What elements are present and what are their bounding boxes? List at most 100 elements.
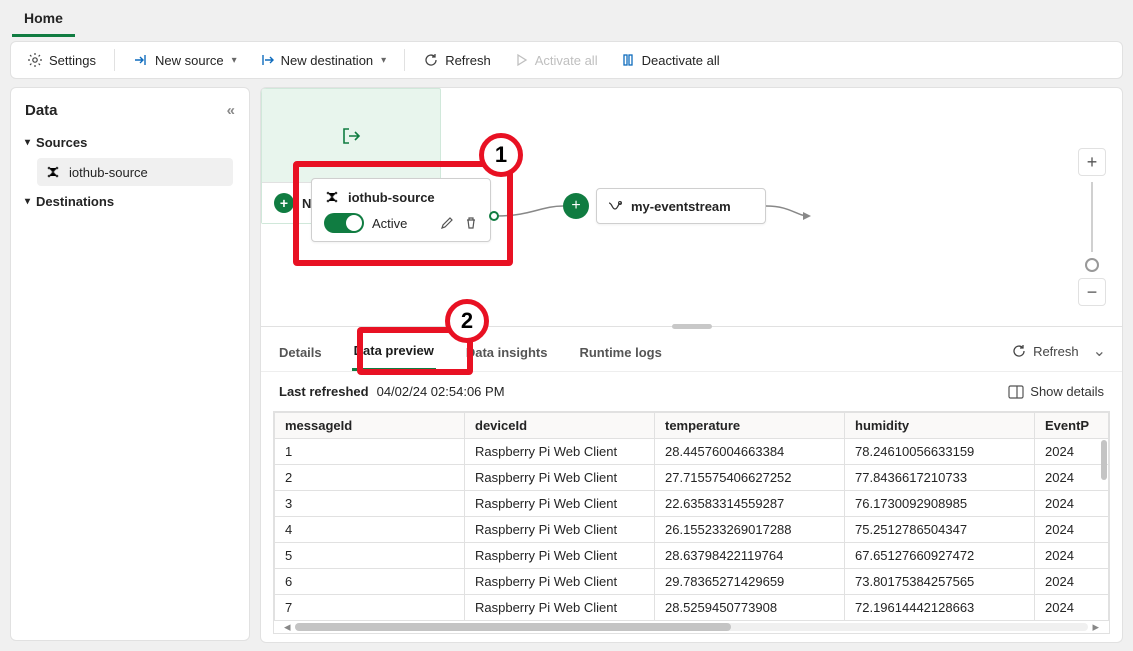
annotation-callout-1: 1: [479, 133, 523, 177]
refresh-button[interactable]: Refresh: [413, 46, 501, 74]
canvas[interactable]: iothub-source Active: [260, 87, 1123, 327]
vertical-scrollbar[interactable]: [1101, 440, 1107, 480]
cell-messageId: 2: [275, 465, 465, 491]
new-destination-label: New destination: [281, 53, 374, 68]
show-details-button[interactable]: Show details: [1008, 384, 1104, 399]
cell-event: 2024: [1035, 595, 1109, 621]
col-event[interactable]: EventP: [1035, 413, 1109, 439]
data-table: messageId deviceId temperature humidity …: [273, 411, 1110, 634]
panel-chevron-icon[interactable]: ⌄: [1093, 341, 1106, 361]
table-row[interactable]: 4Raspberry Pi Web Client26.1552332690172…: [275, 517, 1109, 543]
settings-button[interactable]: Settings: [17, 46, 106, 74]
stream-icon: [607, 198, 623, 214]
exit-icon: [340, 125, 362, 147]
cell-humidity: 78.24610056633159: [845, 439, 1035, 465]
cell-messageId: 7: [275, 595, 465, 621]
source-node-title: iothub-source: [348, 190, 435, 205]
zoom-out-button[interactable]: −: [1078, 278, 1106, 306]
sidebar: Data « ▾ Sources iothub-source ▾ Destina…: [10, 87, 250, 641]
cell-messageId: 4: [275, 517, 465, 543]
tab-details[interactable]: Details: [277, 339, 324, 370]
col-temperature[interactable]: temperature: [655, 413, 845, 439]
cell-event: 2024: [1035, 439, 1109, 465]
sidebar-sources-section[interactable]: ▾ Sources: [19, 129, 241, 156]
cell-event: 2024: [1035, 569, 1109, 595]
cell-temperature: 28.63798422119764: [655, 543, 845, 569]
sources-label: Sources: [36, 135, 87, 150]
refresh-label: Refresh: [445, 53, 491, 68]
cell-deviceId: Raspberry Pi Web Client: [465, 491, 655, 517]
col-message-id[interactable]: messageId: [275, 413, 465, 439]
cell-temperature: 22.63583314559287: [655, 491, 845, 517]
source-item-label: iothub-source: [69, 165, 148, 180]
panel-refresh-button[interactable]: Refresh: [1011, 343, 1079, 359]
horizontal-scrollbar[interactable]: ◂ ▸: [274, 621, 1109, 633]
cell-humidity: 76.1730092908985: [845, 491, 1035, 517]
new-destination-button[interactable]: New destination ▾: [249, 46, 397, 74]
toolbar: Settings New source ▾ New destination ▾ …: [10, 41, 1123, 79]
last-refreshed-value: 04/02/24 02:54:06 PM: [377, 384, 505, 399]
cell-deviceId: Raspberry Pi Web Client: [465, 543, 655, 569]
table-row[interactable]: 1Raspberry Pi Web Client28.4457600466338…: [275, 439, 1109, 465]
pause-icon: [620, 52, 636, 68]
zoom-in-button[interactable]: +: [1078, 148, 1106, 176]
activate-all-button[interactable]: Activate all: [503, 46, 608, 74]
col-humidity[interactable]: humidity: [845, 413, 1035, 439]
table-row[interactable]: 7Raspberry Pi Web Client28.5259450773908…: [275, 595, 1109, 621]
refresh-icon: [423, 52, 439, 68]
cell-deviceId: Raspberry Pi Web Client: [465, 465, 655, 491]
collapse-icon[interactable]: «: [227, 102, 235, 119]
arrow-in-icon: [133, 52, 149, 68]
cell-temperature: 29.78365271429659: [655, 569, 845, 595]
chevron-down-icon: ▾: [25, 137, 30, 148]
cell-temperature: 28.5259450773908: [655, 595, 845, 621]
tab-home[interactable]: Home: [12, 4, 75, 37]
cell-event: 2024: [1035, 543, 1109, 569]
chevron-down-icon: ▾: [232, 55, 237, 66]
table-row[interactable]: 3Raspberry Pi Web Client22.6358331455928…: [275, 491, 1109, 517]
deactivate-all-button[interactable]: Deactivate all: [610, 46, 730, 74]
chevron-down-icon: ▾: [25, 196, 30, 207]
sidebar-destinations-section[interactable]: ▾ Destinations: [19, 188, 241, 215]
cell-event: 2024: [1035, 517, 1109, 543]
cell-messageId: 6: [275, 569, 465, 595]
cell-humidity: 77.8436617210733: [845, 465, 1035, 491]
cell-messageId: 1: [275, 439, 465, 465]
cell-deviceId: Raspberry Pi Web Client: [465, 595, 655, 621]
zoom-handle[interactable]: [1085, 258, 1099, 272]
cell-event: 2024: [1035, 465, 1109, 491]
table-row[interactable]: 5Raspberry Pi Web Client28.6379842211976…: [275, 543, 1109, 569]
new-source-label: New source: [155, 53, 224, 68]
new-source-button[interactable]: New source ▾: [123, 46, 247, 74]
sidebar-title: Data: [25, 102, 58, 119]
cell-event: 2024: [1035, 491, 1109, 517]
connector-port[interactable]: [489, 211, 499, 221]
tab-data-preview[interactable]: Data preview: [352, 337, 436, 371]
cell-temperature: 28.44576004663384: [655, 439, 845, 465]
node-eventstream[interactable]: my-eventstream: [596, 188, 766, 224]
show-details-label: Show details: [1030, 384, 1104, 399]
settings-label: Settings: [49, 53, 96, 68]
panel-refresh-label: Refresh: [1033, 344, 1079, 359]
iothub-icon: [45, 164, 61, 180]
tab-data-insights[interactable]: Data insights: [464, 339, 550, 370]
edit-icon[interactable]: [440, 216, 454, 230]
col-device-id[interactable]: deviceId: [465, 413, 655, 439]
cell-humidity: 75.2512786504347: [845, 517, 1035, 543]
zoom-track[interactable]: [1091, 182, 1093, 252]
delete-icon[interactable]: [464, 216, 478, 230]
sidebar-item-iothub-source[interactable]: iothub-source: [37, 158, 233, 186]
stream-node-label: my-eventstream: [631, 199, 731, 214]
node-source[interactable]: iothub-source Active: [311, 178, 491, 242]
gear-icon: [27, 52, 43, 68]
source-status: Active: [372, 216, 407, 231]
add-node-button[interactable]: +: [563, 193, 589, 219]
table-row[interactable]: 6Raspberry Pi Web Client29.7836527142965…: [275, 569, 1109, 595]
separator: [114, 49, 115, 71]
chevron-down-icon: ▾: [381, 55, 386, 66]
active-toggle[interactable]: [324, 213, 364, 233]
tab-runtime-logs[interactable]: Runtime logs: [577, 339, 663, 370]
table-row[interactable]: 2Raspberry Pi Web Client27.7155754066272…: [275, 465, 1109, 491]
activate-all-label: Activate all: [535, 53, 598, 68]
separator: [404, 49, 405, 71]
